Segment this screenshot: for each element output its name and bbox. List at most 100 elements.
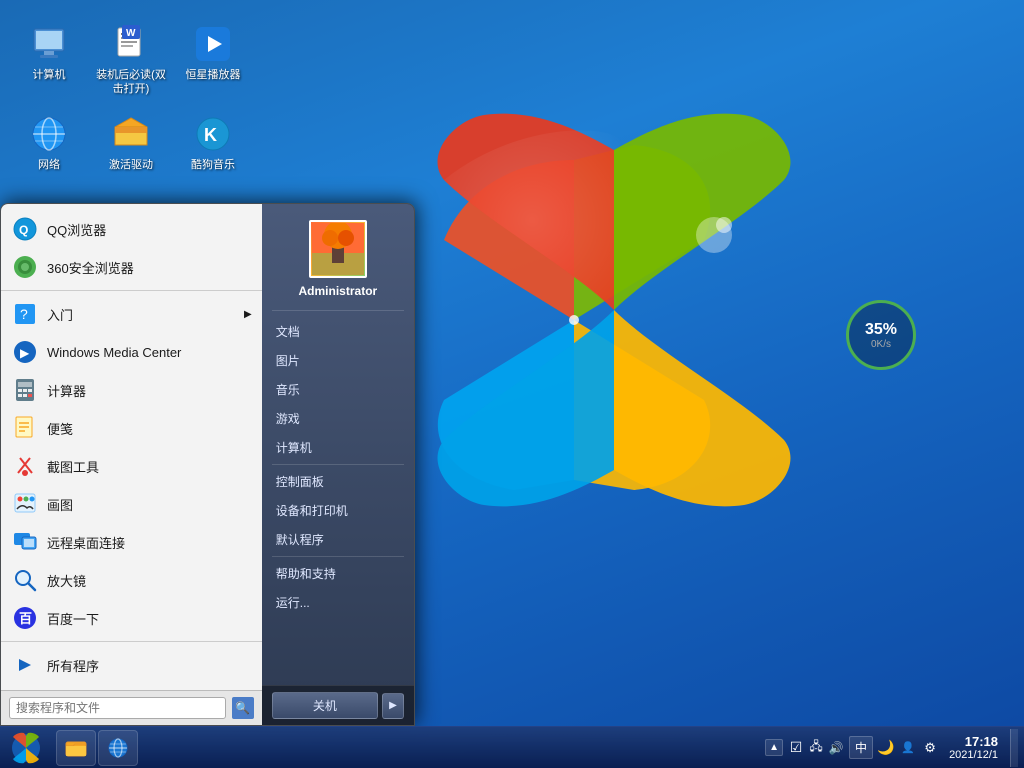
360-icon — [11, 253, 39, 281]
svg-text:▶: ▶ — [20, 346, 30, 360]
user-area: Administrator — [262, 210, 414, 308]
qqmusic-icon-label: 酷狗音乐 — [191, 158, 235, 172]
start-item-snip[interactable]: 截图工具 — [1, 447, 262, 485]
wmc-label: Windows Media Center — [47, 345, 181, 360]
username: Administrator — [299, 284, 378, 298]
remote-icon — [11, 528, 39, 556]
getting-started-icon: ? — [11, 300, 39, 328]
start-item-calculator[interactable]: 计算器 — [1, 371, 262, 409]
search-input[interactable] — [9, 697, 226, 719]
right-divider — [272, 310, 404, 311]
computer-icon-img — [29, 24, 69, 64]
notepad-label: 便笺 — [47, 419, 73, 438]
start-item-notepad[interactable]: 便笺 — [1, 409, 262, 447]
tray-icon-user[interactable]: 👤 — [899, 739, 917, 757]
tray-lang[interactable]: 中 — [849, 736, 873, 759]
paint-label: 画图 — [47, 495, 73, 514]
right-item-music[interactable]: 音乐 — [262, 375, 414, 404]
wmc-icon: ▶ — [11, 338, 39, 366]
tray-icon-moon[interactable]: 🌙 — [877, 739, 895, 757]
start-item-getting-started[interactable]: ? 入门 ▶ — [1, 295, 262, 333]
mediaplayer-icon-label: 恒星播放器 — [186, 68, 241, 82]
search-button[interactable]: 🔍 — [232, 697, 254, 719]
start-menu: Q QQ浏览器 360安全浏览器 — [0, 203, 415, 726]
all-programs-label: 所有程序 — [47, 656, 99, 675]
taskbar-item-explorer[interactable] — [56, 730, 96, 766]
shutdown-arrow[interactable]: ▶ — [382, 693, 404, 719]
start-divider-2 — [1, 641, 262, 642]
desktop-icon-qqmusic[interactable]: K 酷狗音乐 — [174, 110, 252, 176]
activate-icon-img — [111, 114, 151, 154]
tray-icon-checkbox[interactable]: ☑ — [787, 739, 805, 757]
clock-time: 17:18 — [949, 734, 998, 749]
taskbar-item-ie[interactable] — [98, 730, 138, 766]
tray-icon-gear[interactable]: ⚙ — [921, 739, 939, 757]
desktop: 35% 0K/s 计算机 — [0, 0, 1024, 768]
getting-started-label: 入门 — [47, 305, 73, 324]
desktop-icon-postinstall[interactable]: W 装机后必读(双击打开) — [92, 20, 170, 101]
clock-date: 2021/12/1 — [949, 749, 998, 761]
svg-text:W: W — [126, 28, 136, 39]
right-item-pictures[interactable]: 图片 — [262, 346, 414, 375]
start-item-360[interactable]: 360安全浏览器 — [1, 248, 262, 286]
baidu-label: 百度一下 — [47, 609, 99, 628]
start-menu-items: Q QQ浏览器 360安全浏览器 — [1, 204, 262, 690]
start-item-all-programs[interactable]: 所有程序 — [1, 646, 262, 684]
taskbar-items — [52, 730, 759, 766]
qq-browser-icon: Q — [11, 215, 39, 243]
activate-icon-label: 激活驱动 — [109, 158, 153, 172]
user-avatar[interactable] — [309, 220, 367, 278]
svg-text:K: K — [204, 125, 217, 145]
right-item-defaults[interactable]: 默认程序 — [262, 525, 414, 554]
show-desktop-button[interactable] — [1010, 729, 1018, 767]
widget-speed: 0K/s — [871, 339, 891, 350]
right-item-run[interactable]: 运行... — [262, 588, 414, 617]
getting-started-arrow: ▶ — [244, 309, 252, 320]
computer-icon-label: 计算机 — [33, 68, 66, 82]
start-item-baidu[interactable]: 百 百度一下 — [1, 599, 262, 637]
start-menu-left: Q QQ浏览器 360安全浏览器 — [1, 204, 262, 725]
tray-icon-volume[interactable]: 🔊 — [827, 739, 845, 757]
right-item-documents[interactable]: 文档 — [262, 317, 414, 346]
mediaplayer-icon-img — [193, 24, 233, 64]
svg-text:百: 百 — [19, 611, 32, 626]
qq-browser-label: QQ浏览器 — [47, 220, 106, 239]
shutdown-button[interactable]: 关机 — [272, 692, 378, 719]
right-divider-3 — [272, 556, 404, 557]
clock[interactable]: 17:18 2021/12/1 — [943, 734, 1004, 761]
start-item-qq-browser[interactable]: Q QQ浏览器 — [1, 210, 262, 248]
start-button[interactable] — [0, 727, 52, 768]
magnifier-label: 放大镜 — [47, 571, 86, 590]
network-widget: 35% 0K/s — [846, 300, 916, 370]
start-item-magnifier[interactable]: 放大镜 — [1, 561, 262, 599]
snip-icon — [11, 452, 39, 480]
right-menu-items: 文档 图片 音乐 游戏 计算机 控制面板 设备和打印机 默认程序 帮助和支持 运… — [262, 313, 414, 685]
tray-icon-network[interactable]: 🖧 — [807, 739, 825, 757]
postinstall-icon-label: 装机后必读(双击打开) — [96, 68, 166, 97]
desktop-icon-computer[interactable]: 计算机 — [10, 20, 88, 86]
desktop-icon-activate[interactable]: 激活驱动 — [92, 110, 170, 176]
win7-flag — [404, 100, 824, 520]
baidu-icon: 百 — [11, 604, 39, 632]
taskbar: ▲ ☑ 🖧 🔊 中 🌙 👤 ⚙ 17:18 2021/12/1 — [0, 726, 1024, 768]
postinstall-icon-img: W — [111, 24, 151, 64]
right-item-devices[interactable]: 设备和打印机 — [262, 496, 414, 525]
notification-arrow[interactable]: ▲ — [765, 739, 783, 756]
tray-icons: ☑ 🖧 🔊 — [787, 739, 845, 757]
right-item-games[interactable]: 游戏 — [262, 404, 414, 433]
start-search-bar: 🔍 — [1, 690, 262, 725]
svg-text:Q: Q — [19, 223, 28, 237]
calc-icon — [11, 376, 39, 404]
start-item-wmc[interactable]: ▶ Windows Media Center — [1, 333, 262, 371]
right-item-control-panel[interactable]: 控制面板 — [262, 467, 414, 496]
desktop-icon-mediaplayer[interactable]: 恒星播放器 — [174, 20, 252, 86]
start-menu-right: Administrator 文档 图片 音乐 游戏 计算机 控制面板 设备和打印… — [262, 204, 414, 725]
start-item-paint[interactable]: 画图 — [1, 485, 262, 523]
svg-text:?: ? — [20, 306, 28, 322]
desktop-icon-network[interactable]: 网络 — [10, 110, 88, 176]
right-item-computer[interactable]: 计算机 — [262, 433, 414, 462]
start-item-remote[interactable]: 远程桌面连接 — [1, 523, 262, 561]
all-programs-icon — [11, 651, 39, 679]
remote-label: 远程桌面连接 — [47, 533, 125, 552]
right-item-help[interactable]: 帮助和支持 — [262, 559, 414, 588]
